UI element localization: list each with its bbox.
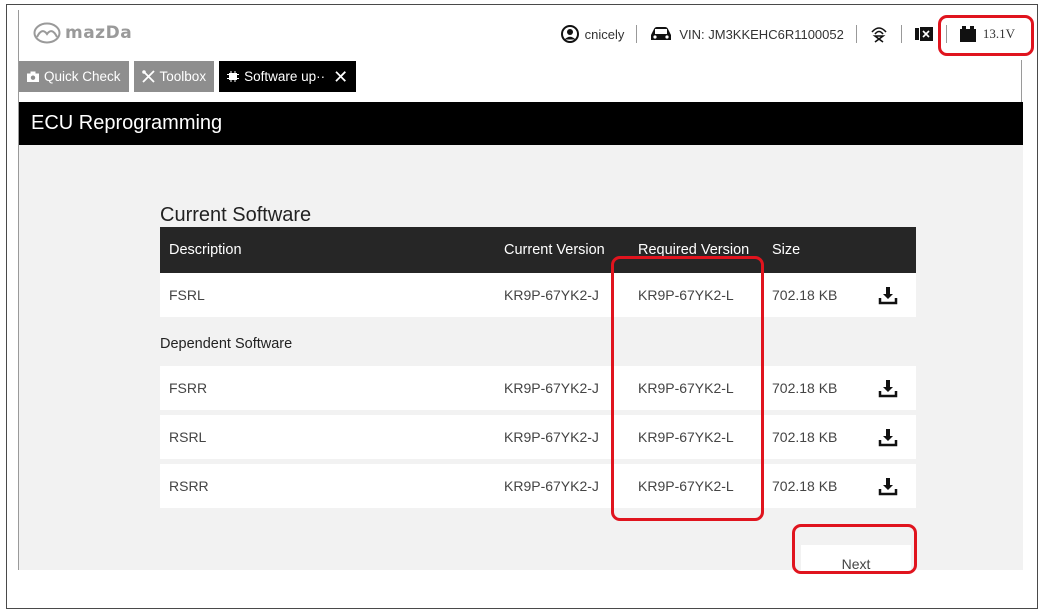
- current-software-title: Current Software: [160, 204, 312, 226]
- download-button[interactable]: [860, 476, 916, 496]
- mazda-logo: mazDa: [33, 22, 132, 44]
- page-header: ECU Reprogramming: [19, 102, 1023, 145]
- logo-text: mazDa: [65, 23, 133, 43]
- cell-size: 702.18 KB: [772, 429, 838, 445]
- download-icon: [878, 478, 898, 496]
- top-bar: mazDa cnicely VIN: JM3KKEHC6R1100052 13.…: [19, 10, 1023, 60]
- divider: [636, 25, 638, 43]
- table-header: Description Current Version Required Ver…: [160, 227, 916, 273]
- tab-bar: Quick Check Toolbox Software up·· ✕: [19, 61, 357, 92]
- tab-label: Toolbox: [159, 69, 207, 84]
- tab-label: Quick Check: [44, 69, 121, 84]
- cell-description: RSRR: [169, 478, 209, 494]
- table-row: RSRL KR9P-67YK2-J KR9P-67YK2-L 702.18 KB: [160, 415, 916, 459]
- cell-description: RSRL: [169, 429, 207, 445]
- required-version-highlight: [611, 256, 764, 521]
- signal-icon[interactable]: [869, 24, 889, 44]
- app-window: mazDa cnicely VIN: JM3KKEHC6R1100052 13.…: [18, 10, 1023, 583]
- divider: [900, 25, 902, 43]
- user-icon: [560, 25, 579, 43]
- cell-size: 702.18 KB: [772, 287, 838, 303]
- battery-voltage-highlight: [938, 15, 1034, 56]
- main-content: Current Software Description Current Ver…: [19, 145, 1023, 583]
- dependent-software-title: Dependent Software: [160, 336, 293, 352]
- cell-size: 702.18 KB: [772, 380, 838, 396]
- column-header-size: Size: [772, 242, 801, 258]
- tab-label: Software up··: [244, 69, 326, 84]
- download-button[interactable]: [860, 378, 916, 398]
- download-button[interactable]: [860, 427, 916, 447]
- table-row: FSRL KR9P-67YK2-J KR9P-67YK2-L 702.18 KB: [160, 273, 916, 317]
- tools-icon: [141, 70, 155, 83]
- download-button[interactable]: [860, 285, 916, 305]
- software-table: Description Current Version Required Ver…: [160, 227, 916, 513]
- column-header-description: Description: [169, 242, 242, 258]
- user-info[interactable]: cnicely: [560, 25, 625, 43]
- vci-icon[interactable]: [914, 26, 934, 42]
- download-icon: [878, 287, 898, 305]
- tab-software-update[interactable]: Software up·· ✕: [219, 61, 357, 92]
- next-button-highlight: [792, 524, 917, 574]
- tab-toolbox[interactable]: Toolbox: [133, 61, 215, 92]
- mazda-wing-logo-icon: [33, 22, 61, 44]
- cell-size: 702.18 KB: [772, 478, 838, 494]
- divider: [855, 25, 857, 43]
- vin-info: VIN: JM3KKEHC6R1100052: [649, 26, 844, 42]
- car-icon: [651, 27, 672, 40]
- vin-text: VIN: JM3KKEHC6R1100052: [679, 26, 844, 42]
- cell-description: FSRL: [169, 287, 205, 303]
- tab-quick-check[interactable]: Quick Check: [19, 61, 129, 92]
- camera-icon: [27, 71, 39, 82]
- download-icon: [878, 380, 898, 398]
- table-row: RSRR KR9P-67YK2-J KR9P-67YK2-L 702.18 KB: [160, 464, 916, 508]
- page-title: ECU Reprogramming: [31, 112, 223, 134]
- download-icon: [878, 429, 898, 447]
- ecu-chip-icon: [227, 71, 240, 82]
- table-row: FSRR KR9P-67YK2-J KR9P-67YK2-L 702.18 KB: [160, 366, 916, 410]
- cell-description: FSRR: [169, 380, 208, 396]
- username: cnicely: [584, 26, 625, 42]
- close-tab-icon[interactable]: ✕: [333, 68, 348, 86]
